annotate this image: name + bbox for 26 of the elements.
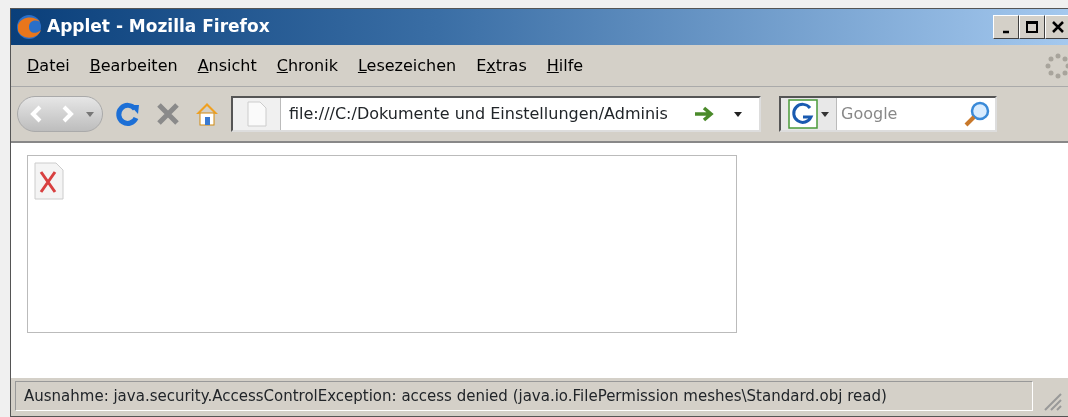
search-engine-button[interactable] [781,98,837,130]
menu-item[interactable]: Datei [17,53,80,78]
caret-icon [821,111,829,117]
window-title: Applet - Mozilla Firefox [47,15,270,39]
minimize-icon [1002,30,1010,34]
search-icon[interactable] [963,100,991,128]
minimize-button[interactable] [993,15,1019,39]
menu-item[interactable]: Extras [466,53,537,78]
menu-item[interactable]: Ansicht [187,53,267,78]
close-icon [1050,19,1066,35]
caret-icon [86,111,94,117]
maximize-button[interactable] [1019,15,1045,39]
menu-item[interactable]: Hilfe [536,53,594,78]
address-bar[interactable]: file:///C:/Dokumente und Einstellungen/Adminis [231,96,761,132]
browser-logo-icon [15,13,43,41]
close-button[interactable] [1045,15,1068,39]
menu-item[interactable]: Bearbeiten [79,53,188,78]
menu-item[interactable]: Chronik [266,53,348,78]
menu-item[interactable]: Lesezeichen [347,53,467,78]
status-bar: Ausnahme: java.security.AccessControlException: access denied (java.io.FilePermission meshes\Standard.obj read) [15,381,1033,411]
broken-plugin-icon [34,162,64,200]
url-dropdown-button[interactable] [733,110,743,118]
search-field[interactable]: Google [779,96,997,132]
maximize-icon [1024,19,1040,35]
activity-throbber-icon [1045,52,1068,79]
page-icon [246,101,267,127]
